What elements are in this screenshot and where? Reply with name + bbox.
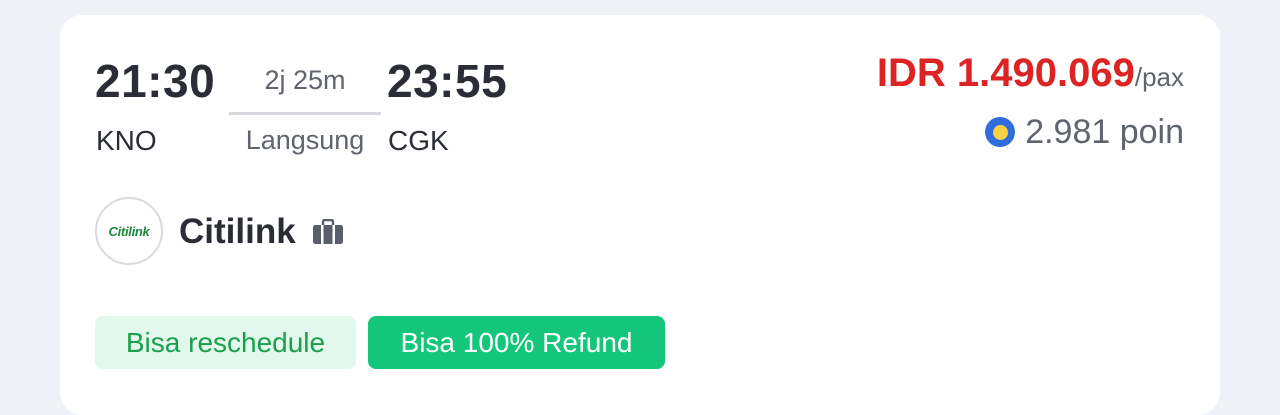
airline-logo: Citilink [95,197,163,265]
flight-duration: 2j 25m [264,65,346,95]
flight-result-card[interactable]: 21:30 KNO 2j 25m Langsung 23:55 CGK IDR … [60,15,1220,415]
baggage-icon [313,219,343,244]
departure-time: 21:30 [95,55,216,107]
airline-name: Citilink [179,212,296,251]
coin-icon [985,117,1016,147]
reward-points: 2.981 poin [1025,113,1184,151]
per-pax-label: /pax [1134,62,1184,92]
airline-logo-text: Citilink [108,223,150,239]
reschedule-tag: Bisa reschedule [95,316,356,369]
price: IDR 1.490.069 [876,51,1135,95]
flight-type: Langsung [245,125,365,155]
price-row: IDR 1.490.069/pax [877,53,1184,93]
refund-tag: Bisa 100% Refund [368,316,665,369]
duration-divider [229,112,381,115]
departure-airport-code: KNO [96,125,157,156]
points-row: 2.981 poin [985,115,1184,149]
arrival-time: 23:55 [387,55,508,107]
arrival-airport-code: CGK [388,125,449,156]
